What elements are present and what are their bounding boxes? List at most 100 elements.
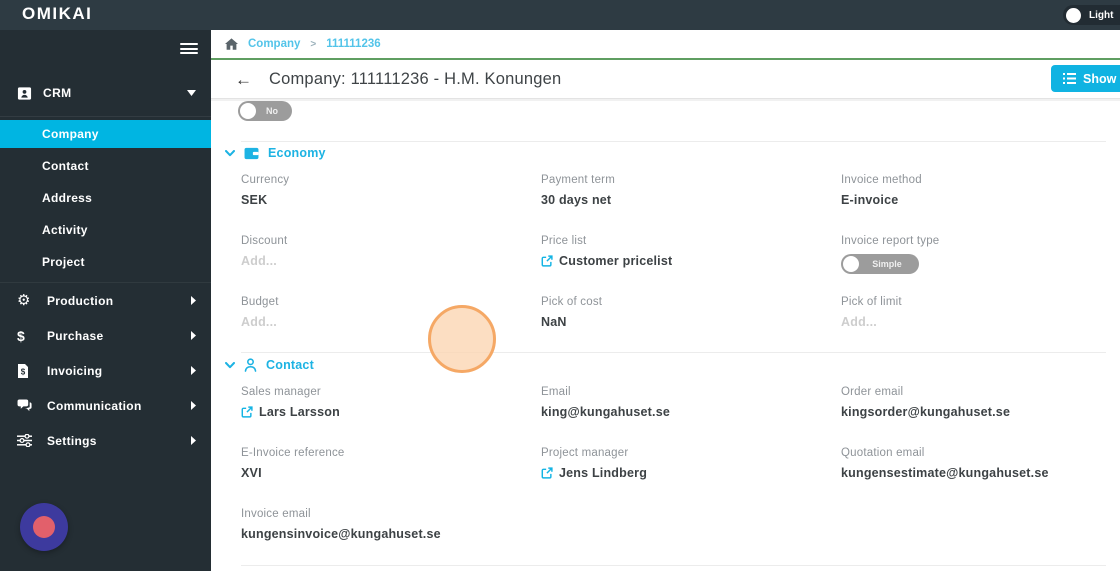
field-value: king@kungahuset.se <box>541 405 671 419</box>
field-value: kungensestimate@kungahuset.se <box>841 466 1049 480</box>
breadcrumb: Company > 111111236 <box>211 30 1120 60</box>
back-button[interactable]: ← <box>235 71 252 88</box>
field-quotation-email: Quotation email kungensestimate@kungahuse… <box>841 447 1120 487</box>
list-icon <box>1063 73 1076 84</box>
sidebar-item-settings[interactable]: Settings <box>0 423 211 458</box>
sidebar-item-crm[interactable]: CRM <box>0 78 211 108</box>
field-payment-term: Payment term 30 days net <box>541 174 841 214</box>
sidebar-item-label: Settings <box>47 433 97 448</box>
main-area: Company > 111111236 ← Company: 111111236… <box>211 30 1120 571</box>
company-detail-content: No Economy Currency SEK Payment term 30 day… <box>211 101 1120 571</box>
menu-collapse-icon[interactable] <box>180 43 198 57</box>
chevron-down-icon <box>225 361 235 369</box>
field-placeholder[interactable]: Add... <box>841 315 1120 329</box>
field-label: Discount <box>241 235 288 247</box>
sidebar-item-label: Invoicing <box>47 363 103 378</box>
home-icon[interactable] <box>225 38 238 50</box>
chevron-down-icon <box>225 149 235 157</box>
field-label: Email <box>541 386 571 398</box>
field-value-text: Customer pricelist <box>559 254 673 268</box>
field-label: Invoice email <box>241 508 311 520</box>
sidebar-item-label: Communication <box>47 398 142 413</box>
breadcrumb-link-id[interactable]: 111111236 <box>326 38 380 50</box>
field-value: 30 days net <box>541 193 612 207</box>
field-label: Pick of cost <box>541 296 603 308</box>
sidebar-item-address[interactable]: Address <box>0 184 211 212</box>
field-link-value[interactable]: Customer pricelist <box>541 254 841 268</box>
field-value: kungensinvoice@kungahuset.se <box>241 527 441 541</box>
divider <box>241 565 1106 566</box>
field-pick-of-cost: Pick of cost NaN <box>541 296 841 336</box>
page-header: ← Company: 111111236 - H.M. Konungen Sho… <box>211 60 1120 99</box>
sidebar-item-activity[interactable]: Activity <box>0 216 211 244</box>
field-pick-of-limit: Pick of limit Add... <box>841 296 1120 336</box>
field-discount: Discount Add... <box>241 235 541 275</box>
field-label: Pick of limit <box>841 296 902 308</box>
field-value: E-invoice <box>841 193 899 207</box>
wallet-icon <box>244 147 259 160</box>
field-link-value[interactable]: Jens Lindberg <box>541 466 841 480</box>
show-list-button[interactable]: Show list <box>1051 65 1120 92</box>
toggle-knob <box>843 256 859 272</box>
id-card-icon <box>17 86 32 101</box>
sidebar-item-label: CRM <box>43 86 72 100</box>
record-widget-button[interactable] <box>20 503 68 551</box>
field-invoice-method: Invoice method E-invoice <box>841 174 1120 214</box>
field-label: Invoice report type <box>841 235 940 247</box>
section-title: Economy <box>268 146 326 160</box>
external-link-icon <box>241 406 253 418</box>
external-link-icon <box>541 467 553 479</box>
caret-right-icon <box>191 331 196 340</box>
field-label: Order email <box>841 386 904 398</box>
field-value-text: Lars Larsson <box>259 405 340 419</box>
caret-right-icon <box>191 436 196 445</box>
field-label: Payment term <box>541 174 615 186</box>
app-logo: OMIKAI <box>22 4 93 23</box>
top-toggle-no[interactable]: No <box>238 101 292 121</box>
sidebar-item-production[interactable]: ⚙ Production <box>0 283 211 318</box>
breadcrumb-link-company[interactable]: Company <box>248 38 300 50</box>
caret-down-icon <box>187 90 196 96</box>
section-header-economy[interactable]: Economy <box>225 146 326 160</box>
field-label: Price list <box>541 235 587 247</box>
theme-toggle-knob <box>1066 7 1081 23</box>
field-label: E-Invoice reference <box>241 447 345 459</box>
field-email: Email king@kungahuset.se <box>541 386 841 426</box>
top-bar: OMIKAI Light <box>0 0 1120 30</box>
sidebar-item-communication[interactable]: Communication <box>0 388 211 423</box>
gears-icon: ⚙ <box>17 292 31 309</box>
sidebar-item-label: Production <box>47 293 114 308</box>
toggle-label: No <box>266 106 278 116</box>
sidebar-item-project[interactable]: Project <box>0 248 211 276</box>
section-header-contact[interactable]: Contact <box>225 358 314 372</box>
divider <box>241 141 1106 142</box>
sidebar-item-purchase[interactable]: $ Purchase <box>0 318 211 353</box>
field-project-manager: Project manager Jens Lindberg <box>541 447 841 487</box>
show-list-button-label: Show list <box>1083 71 1120 86</box>
field-invoice-report-type: Invoice report type Simple <box>841 235 1120 275</box>
sidebar-item-invoicing[interactable]: $ Invoicing <box>0 353 211 388</box>
contact-fields: Sales manager Lars Larsson Email king@kunga… <box>241 386 1120 548</box>
field-value: kingsorder@kungahuset.se <box>841 405 1011 419</box>
field-toggle-invoice-report-type[interactable]: Simple <box>841 254 919 274</box>
field-label: Project manager <box>541 447 629 459</box>
field-placeholder[interactable]: Add... <box>241 315 541 329</box>
module-menu: ⚙ Production $ Purchase $ Invoicing Communicat… <box>0 282 211 458</box>
field-placeholder[interactable]: Add... <box>241 254 541 268</box>
invoice-icon: $ <box>17 363 37 378</box>
field-label: Invoice method <box>841 174 922 186</box>
sidebar-item-contact[interactable]: Contact <box>0 152 211 180</box>
field-currency: Currency SEK <box>241 174 541 214</box>
record-dot-icon <box>33 516 55 538</box>
field-link-value[interactable]: Lars Larsson <box>241 405 541 419</box>
crm-submenu: Company Contact Address Activity Project <box>0 116 211 280</box>
external-link-icon <box>541 255 553 267</box>
field-e-invoice-reference: E-Invoice reference XVI <box>241 447 541 487</box>
field-value: NaN <box>541 315 567 329</box>
sidebar-item-company[interactable]: Company <box>0 120 211 148</box>
caret-right-icon <box>191 296 196 305</box>
field-label: Quotation email <box>841 447 925 459</box>
field-value-text: Jens Lindberg <box>559 466 648 480</box>
dollar-icon: $ <box>17 327 25 344</box>
theme-toggle[interactable]: Light <box>1063 5 1120 25</box>
